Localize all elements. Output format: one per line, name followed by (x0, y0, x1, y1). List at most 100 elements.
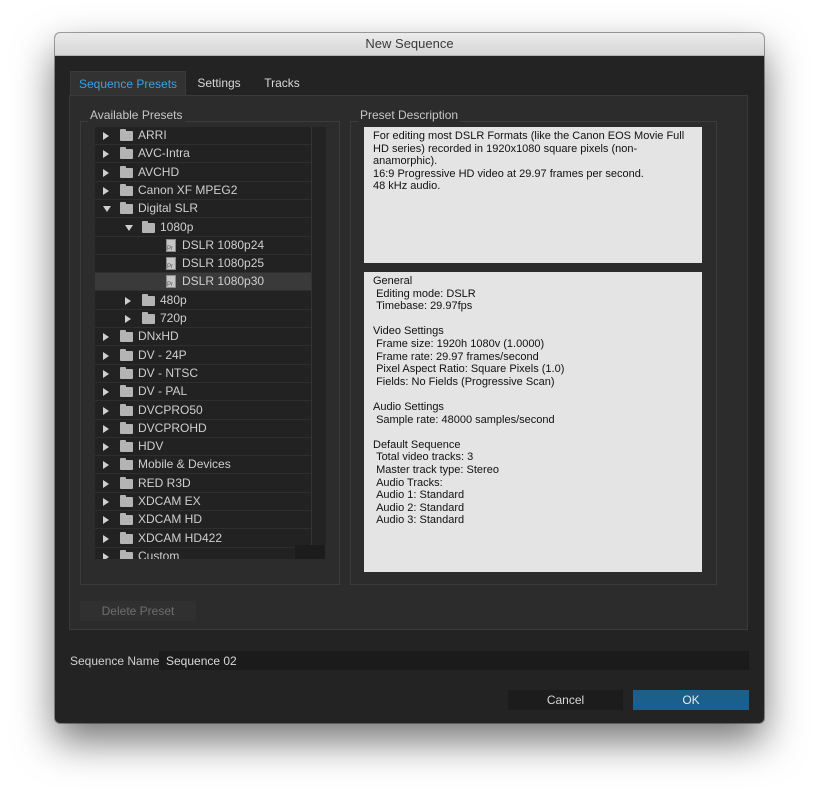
preset-item-label: DSLR 1080p30 (182, 274, 265, 289)
cancel-button[interactable]: Cancel (508, 690, 623, 710)
disclosure-collapsed-icon[interactable] (103, 333, 109, 342)
preset-folder-item[interactable]: DV - NTSC (95, 365, 311, 383)
preset-folder-item[interactable]: DVCPROHD (95, 420, 311, 438)
folder-icon (120, 330, 133, 343)
disclosure-collapsed-icon[interactable] (103, 461, 109, 470)
preset-item-label: Digital SLR (138, 201, 199, 216)
disclosure-expanded-icon[interactable] (125, 224, 133, 231)
preset-file-icon (166, 238, 176, 258)
preset-folder-item[interactable]: ARRI (95, 127, 311, 145)
preset-item-label: Canon XF MPEG2 (138, 182, 238, 197)
preset-item-label: Custom (138, 548, 180, 559)
folder-icon (120, 513, 133, 526)
disclosure-collapsed-icon[interactable] (103, 168, 109, 177)
new-sequence-dialog: New Sequence Sequence Presets Settings T… (55, 33, 764, 723)
preset-item-label: DNxHD (138, 329, 179, 344)
ok-button[interactable]: OK (633, 690, 749, 710)
preset-item-label: XDCAM HD422 (138, 530, 223, 545)
disclosure-collapsed-icon[interactable] (125, 315, 131, 323)
disclosure-collapsed-icon[interactable] (103, 369, 109, 378)
preset-item-label: DVCPRO50 (138, 402, 203, 417)
preset-folder-item[interactable]: DNxHD (95, 328, 311, 347)
folder-icon (120, 531, 133, 544)
sequence-name-label: Sequence Name: (70, 654, 163, 668)
disclosure-collapsed-icon[interactable] (125, 296, 131, 305)
preset-folder-item[interactable]: XDCAM HD422 (95, 530, 311, 548)
available-presets-title: Available Presets (88, 108, 185, 122)
folder-icon (120, 549, 133, 559)
preset-item-label: DV - NTSC (138, 365, 198, 380)
preset-item-label: 1080p (160, 219, 194, 234)
preset-item-label: XDCAM HD (138, 512, 203, 527)
preset-folder-item[interactable]: HDV (95, 438, 311, 457)
preset-item-label: RED R3D (138, 475, 191, 490)
disclosure-collapsed-icon[interactable] (103, 132, 109, 140)
folder-icon (120, 403, 133, 416)
preset-description-summary: For editing most DSLR Formats (like the … (364, 127, 702, 263)
preset-folder-item[interactable]: Digital SLR (95, 200, 311, 219)
folder-icon (142, 293, 155, 306)
folder-icon (120, 421, 133, 434)
tab-settings[interactable]: Settings (186, 71, 252, 96)
preset-file-icon (166, 257, 176, 276)
preset-folder-item[interactable]: Mobile & Devices (95, 456, 311, 475)
folder-icon (142, 312, 155, 324)
disclosure-collapsed-icon[interactable] (103, 406, 109, 415)
preset-item-label: 480p (160, 292, 187, 307)
preset-description-title: Preset Description (358, 108, 461, 122)
disclosure-collapsed-icon[interactable] (103, 351, 109, 360)
preset-folder-item[interactable]: AVC-Intra (95, 145, 311, 164)
disclosure-collapsed-icon[interactable] (103, 498, 109, 506)
preset-item[interactable]: DSLR 1080p24 (95, 237, 311, 258)
folder-icon (120, 348, 133, 361)
preset-folder-item[interactable]: DV - PAL (95, 383, 311, 402)
preset-item[interactable]: DSLR 1080p30 (95, 273, 311, 294)
preset-item-label: HDV (138, 439, 164, 454)
tab-sequence-presets[interactable]: Sequence Presets (70, 71, 186, 97)
folder-icon (120, 202, 133, 215)
preset-folder-item[interactable]: RED R3D (95, 475, 311, 493)
preset-item-label: DSLR 1080p24 (182, 237, 265, 252)
presets-scrollbar[interactable] (311, 127, 326, 545)
preset-item[interactable]: DSLR 1080p25 (95, 255, 311, 276)
preset-folder-item[interactable]: DVCPRO50 (95, 402, 311, 420)
disclosure-collapsed-icon[interactable] (103, 443, 109, 452)
preset-folder-item[interactable]: XDCAM EX (95, 493, 311, 511)
disclosure-expanded-icon[interactable] (103, 206, 111, 213)
preset-item-label: DVCPROHD (138, 420, 207, 435)
disclosure-collapsed-icon[interactable] (103, 424, 109, 433)
folder-icon (120, 366, 133, 379)
disclosure-collapsed-icon[interactable] (103, 552, 109, 559)
folder-icon (120, 129, 133, 141)
tab-tracks[interactable]: Tracks (252, 71, 312, 96)
preset-description-details: General Editing mode: DSLR Timebase: 29.… (364, 272, 702, 572)
disclosure-collapsed-icon[interactable] (103, 534, 109, 543)
folder-icon (120, 440, 133, 453)
preset-item-label: DV - PAL (138, 384, 188, 399)
preset-folder-item[interactable]: AVCHD (95, 164, 311, 182)
preset-item-label: XDCAM EX (138, 494, 201, 508)
disclosure-collapsed-icon[interactable] (103, 479, 109, 488)
disclosure-collapsed-icon[interactable] (103, 516, 109, 525)
preset-folder-item[interactable]: 480p (95, 292, 311, 310)
preset-folder-item[interactable]: 1080p (95, 219, 311, 237)
folder-icon (120, 458, 133, 471)
folder-icon (120, 147, 133, 160)
preset-folder-item[interactable]: Custom (95, 548, 311, 559)
preset-item-label: Mobile & Devices (138, 457, 231, 472)
preset-folder-item[interactable]: XDCAM HD (95, 511, 311, 530)
sequence-name-input[interactable] (159, 651, 749, 670)
preset-folder-item[interactable]: DV - 24P (95, 347, 311, 365)
folder-icon (120, 495, 133, 507)
preset-folder-item[interactable]: Canon XF MPEG2 (95, 182, 311, 200)
disclosure-collapsed-icon[interactable] (103, 150, 109, 159)
folder-icon (120, 385, 133, 398)
disclosure-collapsed-icon[interactable] (103, 388, 109, 397)
disclosure-collapsed-icon[interactable] (103, 186, 109, 195)
preset-folder-item[interactable]: 720p (95, 310, 311, 328)
window-title: New Sequence (55, 33, 764, 56)
delete-preset-button[interactable]: Delete Preset (80, 601, 196, 621)
folder-icon (142, 220, 155, 233)
folder-icon (120, 165, 133, 178)
scroll-corner (295, 545, 325, 559)
